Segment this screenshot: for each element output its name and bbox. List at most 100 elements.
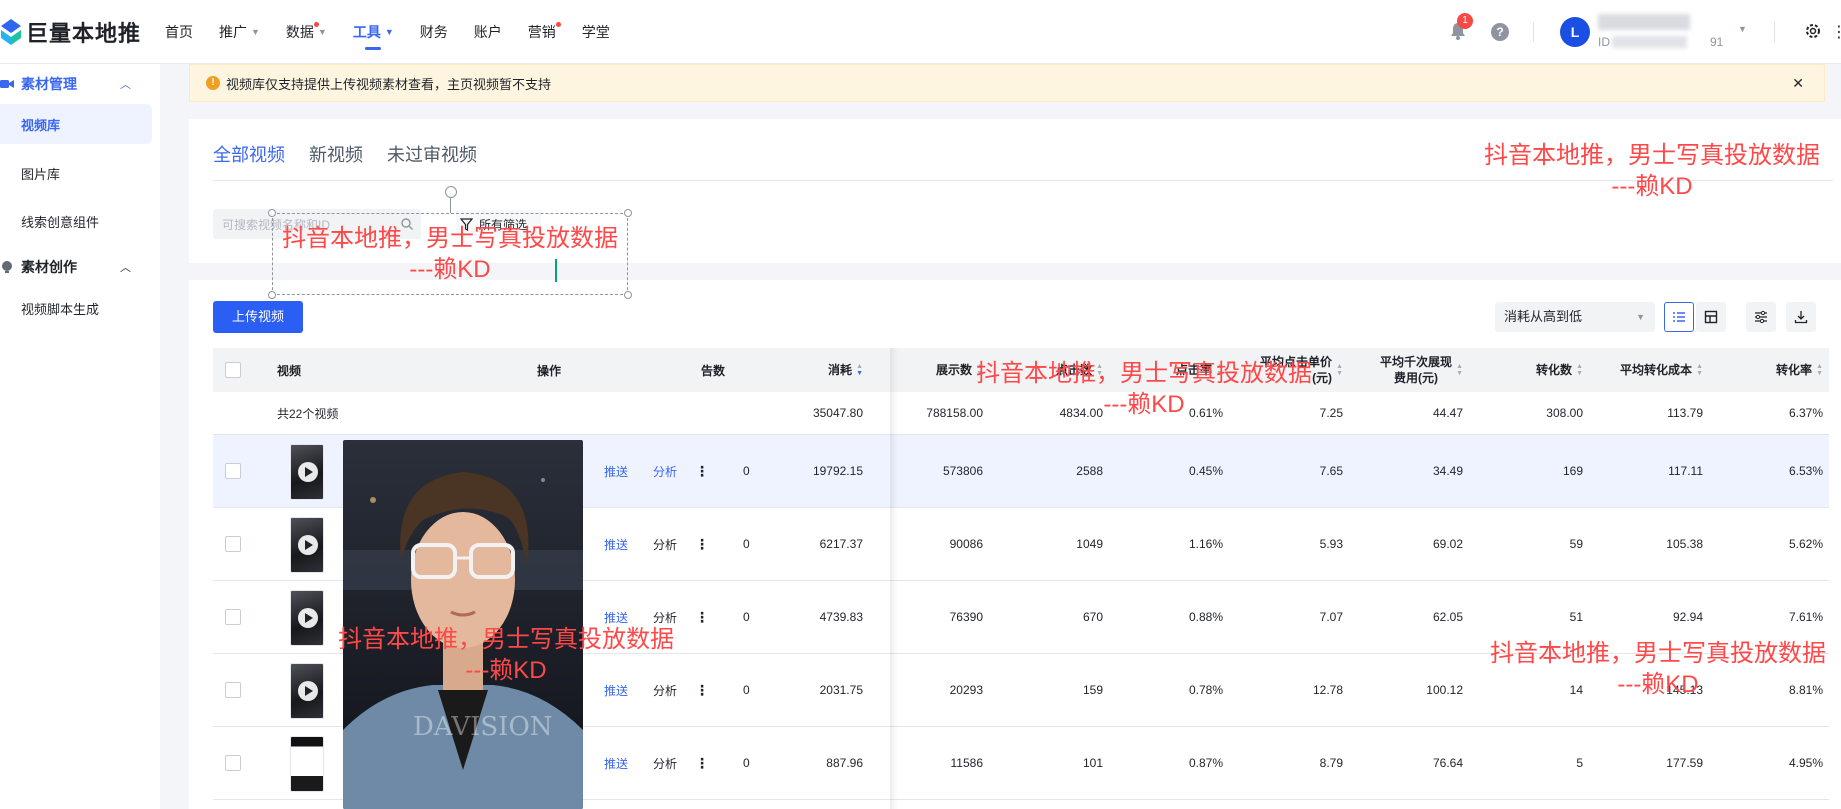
row-checkbox[interactable] (225, 609, 241, 625)
resize-handle[interactable] (268, 291, 276, 299)
select-all-checkbox[interactable] (225, 362, 241, 378)
top-bar: 巨量本地推 首页 推广 ▼ 数据 ▼ 工具 ▼ 财务 账户 营销 学堂 1 ? L ID 91 ▼ ⋮ (0, 0, 1841, 64)
grid-view-icon (1704, 310, 1718, 324)
summary-label: 共22个视频 (277, 406, 339, 421)
sidebar: 素材管理 ︿ 视频库 图片库 线索创意组件 素材创作 ︿ 视频脚本生成 (0, 64, 160, 809)
more-icon[interactable]: ⋮ (1831, 22, 1841, 42)
cell-cvr: 5.62% (1788, 537, 1823, 551)
notification-badge: 1 (1457, 13, 1473, 29)
header-cvr[interactable]: 转化率 ▲ ▼ (1653, 348, 1823, 392)
header-ops: 操作 (537, 363, 562, 378)
play-icon[interactable] (298, 535, 318, 555)
play-icon[interactable] (298, 681, 318, 701)
resize-handle[interactable] (624, 209, 632, 217)
summary-cvr: 6.37% (1788, 406, 1823, 420)
resize-handle[interactable] (268, 209, 276, 217)
nav-item-label: 学堂 (581, 24, 610, 40)
chevron-down-icon[interactable]: ▼ (1738, 24, 1747, 34)
row-checkbox[interactable] (225, 536, 241, 552)
list-view-button[interactable] (1664, 302, 1694, 332)
push-link[interactable]: 推送 (604, 581, 628, 653)
video-preview-popup[interactable]: DAVISION (343, 440, 583, 809)
brand-logo[interactable]: 巨量本地推 (0, 16, 141, 48)
cell-cvr: 8.81% (1788, 683, 1823, 697)
account-id-blurred (1612, 36, 1687, 48)
sidebar-item-label: 线索创意组件 (21, 214, 100, 230)
nav-item-7[interactable]: 学堂 (569, 0, 623, 64)
tab-all-videos[interactable]: 全部视频 (213, 141, 285, 167)
tab-rejected-videos[interactable]: 未过审视频 (387, 141, 477, 167)
help-icon[interactable]: ? (1491, 23, 1509, 41)
video-thumbnail[interactable] (290, 590, 324, 646)
sidebar-group-material[interactable]: 素材管理 (0, 72, 77, 96)
video-thumbnail[interactable] (290, 736, 324, 792)
sidebar-item-image-library[interactable]: 图片库 (0, 153, 152, 193)
row-checkbox[interactable] (225, 463, 241, 479)
settings-icon[interactable] (1804, 22, 1822, 40)
nav-item-label: 首页 (165, 24, 193, 40)
play-icon[interactable] (298, 608, 318, 628)
nav-item-label: 数据 (285, 24, 314, 40)
resize-handle[interactable] (624, 291, 632, 299)
header-video: 视频 (277, 363, 302, 378)
sidebar-item-video-library[interactable]: 视频库 (0, 104, 152, 144)
sidebar-group-creation[interactable]: 素材创作 (0, 255, 77, 279)
sort-select[interactable]: 消耗从高到低 ▼ (1495, 302, 1655, 332)
nav-item-6[interactable]: 营销 (515, 0, 569, 64)
divider (1774, 22, 1775, 42)
warning-icon: ! (206, 76, 220, 90)
nav-item-4[interactable]: 财务 (407, 0, 461, 64)
sort-value: 消耗从高到低 (1504, 309, 1583, 324)
push-link[interactable]: 推送 (604, 508, 628, 580)
row-checkbox[interactable] (225, 682, 241, 698)
nav-item-label: 财务 (419, 24, 448, 40)
video-camera-icon (0, 80, 14, 88)
nav-item-5[interactable]: 账户 (461, 0, 515, 64)
nav-item-label: 推广 (219, 24, 247, 40)
analyze-link[interactable]: 分析 (653, 581, 677, 653)
video-thumbnail[interactable] (290, 444, 324, 500)
analyze-link[interactable]: 分析 (653, 435, 677, 507)
row-checkbox[interactable] (225, 755, 241, 771)
rotate-handle[interactable] (445, 186, 457, 198)
nav-item-2[interactable]: 数据 ▼ (273, 0, 340, 64)
download-button[interactable] (1786, 302, 1816, 332)
account-id-prefix: ID (1598, 35, 1610, 49)
nav-item-0[interactable]: 首页 (152, 0, 206, 64)
text-cursor (555, 259, 557, 282)
chevron-up-icon[interactable]: ︿ (120, 259, 131, 275)
video-watermark: DAVISION (413, 712, 553, 742)
video-thumbnail[interactable] (290, 663, 324, 719)
sidebar-item-script-gen[interactable]: 视频脚本生成 (0, 288, 152, 328)
main-nav: 首页 推广 ▼ 数据 ▼ 工具 ▼ 财务 账户 营销 学堂 (152, 0, 623, 64)
notification-dot (555, 22, 561, 27)
account-id-suffix: 91 (1710, 35, 1724, 49)
chevron-down-icon: ▼ (317, 27, 327, 37)
header-cvr-label: 转化率 (1776, 363, 1813, 377)
nav-item-1[interactable]: 推广 ▼ (206, 0, 273, 64)
column-settings-button[interactable] (1746, 302, 1776, 332)
avatar[interactable]: L (1560, 17, 1590, 47)
logo-icon (1, 19, 21, 45)
video-thumbnail[interactable] (290, 517, 324, 573)
chevron-down-icon: ▼ (1636, 312, 1645, 322)
text-edit-box[interactable] (272, 213, 628, 295)
play-icon[interactable] (298, 462, 318, 482)
upload-video-button[interactable]: 上传视频 (213, 301, 303, 333)
chevron-up-icon[interactable]: ︿ (120, 76, 131, 92)
grid-view-button[interactable] (1696, 302, 1726, 332)
sidebar-item-label: 图片库 (21, 166, 61, 182)
push-link[interactable]: 推送 (604, 435, 628, 507)
close-icon[interactable]: ✕ (1792, 75, 1804, 92)
nav-item-3[interactable]: 工具 ▼ (340, 0, 407, 64)
push-link[interactable]: 推送 (604, 654, 628, 726)
list-view-icon (1673, 312, 1685, 322)
push-link[interactable]: 推送 (604, 727, 628, 799)
sidebar-item-lead-components[interactable]: 线索创意组件 (0, 201, 152, 241)
analyze-link[interactable]: 分析 (653, 508, 677, 580)
tab-new-videos[interactable]: 新视频 (309, 141, 363, 167)
divider (1533, 22, 1534, 42)
notice-text: 视频库仅支持提供上传视频素材查看，主页视频暂不支持 (226, 76, 552, 92)
analyze-link[interactable]: 分析 (653, 654, 677, 726)
analyze-link[interactable]: 分析 (653, 727, 677, 799)
